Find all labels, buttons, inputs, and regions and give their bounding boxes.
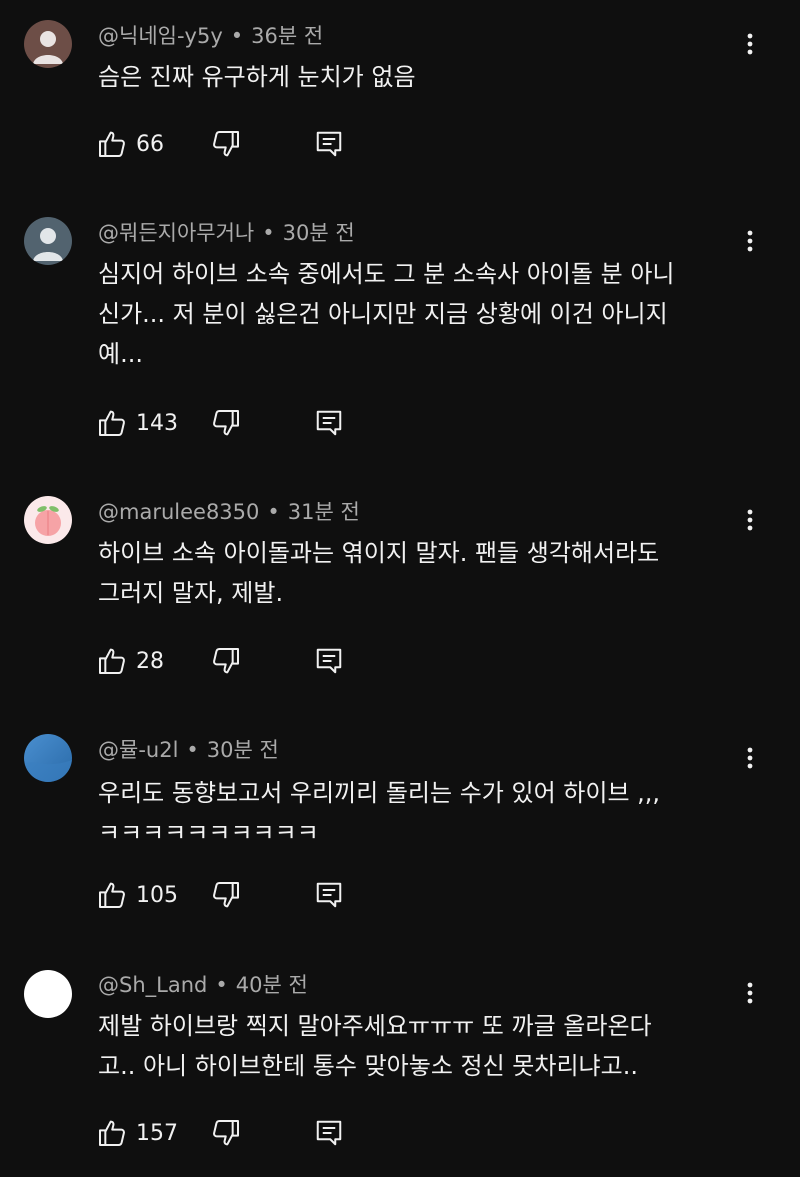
reply-comment-icon xyxy=(316,882,342,908)
comment-actions: 143 xyxy=(96,405,396,441)
thumbs-up-icon xyxy=(99,648,125,674)
reply-button[interactable] xyxy=(314,877,344,913)
separator-dot: • xyxy=(230,24,244,48)
comment-text: 심지어 하이브 소속 중에서도 그 분 소속사 아이돌 분 아니 신가... 저… xyxy=(98,260,675,368)
comment-text: 우리도 동향보고서 우리끼리 돌리는 수가 있어 하이브 ,,, ㅋㅋㅋㅋㅋㅋㅋ… xyxy=(98,779,661,847)
like-count: 66 xyxy=(136,131,164,157)
thumbs-up-icon xyxy=(99,1120,125,1146)
more-options-button[interactable] xyxy=(738,28,762,60)
like-count: 28 xyxy=(136,648,164,674)
white-avatar-icon xyxy=(24,970,72,1018)
author-name[interactable]: @뮬-u2l xyxy=(98,738,178,762)
like-button[interactable]: 66 xyxy=(96,126,164,162)
default-avatar-icon xyxy=(24,217,72,265)
more-vertical-icon xyxy=(747,230,753,252)
comment-text: 제발 하이브랑 찍지 말아주세요ㅠㅠㅠ 또 까글 올라온다 고.. 아니 하이브… xyxy=(98,1012,652,1080)
thumbs-down-icon xyxy=(213,131,239,157)
author-name[interactable]: @marulee8350 xyxy=(98,500,259,524)
more-options-button[interactable] xyxy=(738,742,762,774)
reply-comment-icon xyxy=(316,131,342,157)
more-vertical-icon xyxy=(747,509,753,531)
thumbs-up-icon xyxy=(99,410,125,436)
dislike-button[interactable] xyxy=(210,405,242,441)
dislike-button[interactable] xyxy=(210,1115,242,1151)
like-count: 105 xyxy=(136,882,178,908)
thumbs-down-icon xyxy=(213,648,239,674)
comment-time: 40분 전 xyxy=(235,973,308,997)
more-options-button[interactable] xyxy=(738,504,762,536)
reply-button[interactable] xyxy=(314,126,344,162)
like-button[interactable]: 157 xyxy=(96,1115,178,1151)
like-count: 143 xyxy=(136,410,178,436)
comment-actions: 28 xyxy=(96,643,396,679)
more-options-button[interactable] xyxy=(738,225,762,257)
comment-time: 36분 전 xyxy=(251,24,324,48)
dislike-button[interactable] xyxy=(210,643,242,679)
separator-dot: • xyxy=(186,738,199,762)
comment-text: 하이브 소속 아이돌과는 엮이지 말자. 팬들 생각해서라도 그러지 말자, 제… xyxy=(98,539,660,607)
reply-button[interactable] xyxy=(314,405,344,441)
author-name[interactable]: @Sh_Land xyxy=(98,973,207,997)
comment-meta: @뮬-u2l • 30분 전 xyxy=(98,736,279,764)
like-button[interactable]: 143 xyxy=(96,405,178,441)
more-vertical-icon xyxy=(747,747,753,769)
thumbs-down-icon xyxy=(213,882,239,908)
more-options-button[interactable] xyxy=(738,977,762,1009)
peach-avatar-icon xyxy=(24,496,72,544)
author-name[interactable]: @뭐든지아무거나 xyxy=(98,221,254,245)
comment-actions: 157 xyxy=(96,1115,396,1151)
comment-meta: @닉네임-y5y • 36분 전 xyxy=(98,22,323,50)
dislike-button[interactable] xyxy=(210,126,242,162)
comment-meta: @marulee8350 • 31분 전 xyxy=(98,498,360,526)
dislike-button[interactable] xyxy=(210,877,242,913)
separator-dot: • xyxy=(267,500,280,524)
comment-meta: @Sh_Land • 40분 전 xyxy=(98,971,308,999)
comment-time: 30분 전 xyxy=(282,221,355,245)
avatar[interactable] xyxy=(24,20,72,68)
avatar[interactable] xyxy=(24,217,72,265)
comment-actions: 66 xyxy=(96,126,396,162)
comment-time: 30분 전 xyxy=(206,738,279,762)
separator-dot: • xyxy=(215,973,228,997)
more-vertical-icon xyxy=(747,33,753,55)
comment-meta: @뭐든지아무거나 • 30분 전 xyxy=(98,219,355,247)
more-vertical-icon xyxy=(747,982,753,1004)
thumbs-down-icon xyxy=(213,410,239,436)
thumbs-up-icon xyxy=(99,131,125,157)
reply-comment-icon xyxy=(316,648,342,674)
default-avatar-icon xyxy=(24,20,72,68)
reply-comment-icon xyxy=(316,1120,342,1146)
like-button[interactable]: 105 xyxy=(96,877,178,913)
thumbs-up-icon xyxy=(99,882,125,908)
avatar[interactable] xyxy=(24,970,72,1018)
separator-dot: • xyxy=(262,221,275,245)
comment-time: 31분 전 xyxy=(287,500,360,524)
like-count: 157 xyxy=(136,1120,178,1146)
reply-button[interactable] xyxy=(314,1115,344,1151)
avatar[interactable] xyxy=(24,496,72,544)
comment-text: 슴은 진짜 유구하게 눈치가 없음 xyxy=(98,63,416,91)
author-name[interactable]: @닉네임-y5y xyxy=(98,24,223,48)
like-button[interactable]: 28 xyxy=(96,643,164,679)
blue-avatar-icon xyxy=(24,734,72,782)
reply-button[interactable] xyxy=(314,643,344,679)
comment-actions: 105 xyxy=(96,877,396,913)
reply-comment-icon xyxy=(316,410,342,436)
thumbs-down-icon xyxy=(213,1120,239,1146)
comment-list: @닉네임-y5y • 36분 전 슴은 진짜 유구하게 눈치가 없음 66 @뭐… xyxy=(0,0,800,1177)
avatar[interactable] xyxy=(24,734,72,782)
